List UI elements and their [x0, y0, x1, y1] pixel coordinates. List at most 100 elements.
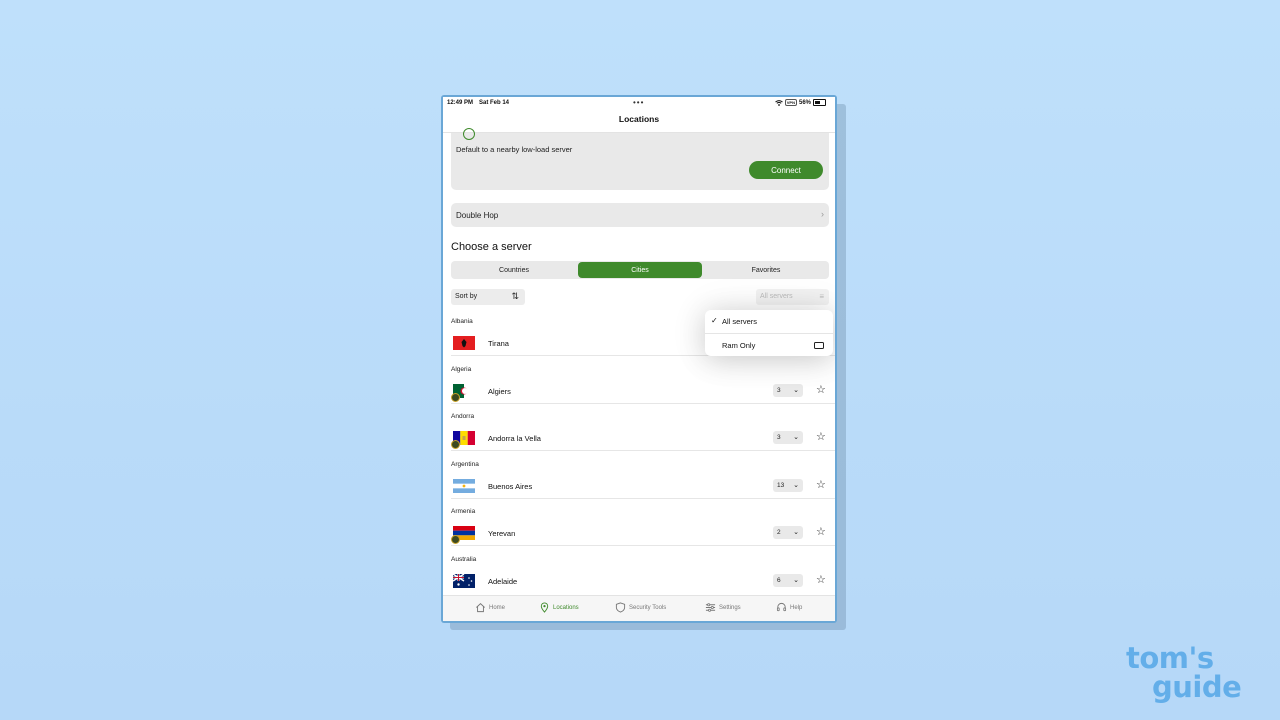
city-label: Yerevan [488, 529, 516, 538]
logo-line-guide: guide [1152, 670, 1242, 704]
quick-connect-card: Default to a nearby low-load server Conn… [451, 128, 829, 190]
favorite-star-icon[interactable]: ☆ [816, 430, 826, 443]
server-count: 13 [777, 481, 785, 489]
city-label: Algiers [488, 386, 511, 396]
country-group: Andorra Andorra la Vella 3 ⌄ ☆ [443, 404, 835, 452]
country-group: Australia Adelaide 6 ⌄ ☆ [443, 547, 835, 595]
server-filter-label: All servers [760, 293, 793, 300]
tablet-frame: 12:49 PM Sat Feb 14 ••• VPN 56% Location… [441, 95, 837, 623]
city-label: Adelaide [488, 576, 518, 586]
menu-option-label: Ram Only [722, 341, 756, 350]
tab-label: Locations [553, 604, 579, 611]
country-label: Argentina [451, 460, 479, 468]
server-count-dropdown[interactable]: 3 ⌄ [773, 431, 803, 444]
country-label: Algeria [451, 365, 472, 373]
sort-by-label: Sort by [455, 293, 478, 300]
country-label: Armenia [451, 508, 476, 515]
flag-australia-icon [453, 573, 475, 588]
server-count: 3 [777, 386, 781, 394]
server-filter-menu: ✓ All servers Ram Only [705, 310, 833, 356]
battery-icon [813, 99, 826, 106]
status-time: 12:49 PM [447, 100, 474, 106]
tab-countries[interactable]: Countries [452, 262, 576, 278]
chevron-down-icon: ⌄ [793, 434, 799, 441]
location-row[interactable]: Yerevan 2 ⌄ ☆ [443, 521, 835, 545]
tab-label: Security Tools [629, 604, 667, 611]
tab-locations[interactable]: Locations [539, 602, 579, 613]
status-indicators: VPN 56% [774, 99, 826, 106]
favorite-star-icon[interactable]: ☆ [816, 478, 826, 491]
status-date: Sat Feb 14 [479, 100, 510, 106]
app-screen: 12:49 PM Sat Feb 14 ••• VPN 56% Location… [443, 97, 835, 621]
country-group: Algeria Algiers 3 ⌄ ☆ [443, 357, 835, 405]
city-label: Andorra la Vella [488, 434, 541, 443]
page-title: Locations [618, 114, 660, 124]
country-label: Albania [451, 318, 473, 325]
multitask-dots-icon[interactable]: ••• [633, 98, 644, 107]
server-count-dropdown[interactable]: 3 ⌄ [773, 383, 803, 397]
country-label: Andorra [451, 413, 475, 420]
favorite-star-icon[interactable]: ☆ [816, 525, 826, 538]
virtual-location-badge-icon [451, 392, 460, 402]
status-bar: 12:49 PM Sat Feb 14 ••• VPN 56% [443, 97, 835, 111]
menu-option-ram-only[interactable]: Ram Only [705, 334, 833, 356]
server-filter-button[interactable]: All servers ≡ [756, 289, 829, 305]
server-count: 3 [777, 434, 781, 441]
menu-option-all-servers[interactable]: ✓ All servers [705, 310, 833, 332]
chevron-down-icon: ⌄ [793, 481, 799, 489]
flag-albania-icon [453, 336, 475, 350]
virtual-location-badge-icon [451, 440, 460, 449]
tab-label: Help [790, 604, 803, 611]
favorite-star-icon[interactable]: ☆ [816, 573, 826, 586]
tab-favorites[interactable]: Favorites [704, 262, 828, 278]
toms-guide-logo: tom's guide [1126, 644, 1266, 710]
location-type-tabs: Countries Cities Favorites [451, 261, 829, 279]
bottom-tab-bar: Home Locations Security Tools Settings H… [443, 595, 835, 621]
country-group: Armenia Yerevan 2 ⌄ ☆ [443, 499, 835, 547]
country-label: Australia [451, 555, 477, 563]
tab-cities[interactable]: Cities [578, 262, 702, 278]
logo-line-toms: tom's [1126, 641, 1214, 675]
ram-chip-icon [814, 342, 824, 349]
flag-argentina-icon [453, 478, 475, 493]
server-count-dropdown[interactable]: 2 ⌄ [773, 526, 803, 539]
tab-security-tools[interactable]: Security Tools [615, 602, 666, 613]
chevron-right-icon: › [821, 209, 824, 219]
location-row[interactable]: Algiers 3 ⌄ ☆ [443, 379, 835, 403]
sort-arrows-icon: ⇅ [511, 291, 519, 301]
tab-label: Settings [719, 604, 741, 611]
quick-connect-description: Default to a nearby low-load server [456, 145, 573, 154]
home-icon [476, 603, 485, 613]
section-title: Choose a server [451, 241, 532, 253]
chevron-down-icon: ⌄ [793, 386, 799, 394]
server-count-dropdown[interactable]: 6 ⌄ [773, 573, 803, 587]
tab-label: Home [489, 604, 506, 611]
wifi-icon [774, 99, 783, 106]
country-group: Argentina Buenos Aires 13 ⌄ ☆ [443, 452, 835, 500]
chevron-down-icon: ⌄ [793, 529, 799, 536]
server-count: 6 [777, 576, 781, 584]
headset-icon [776, 602, 787, 612]
battery-percent: 56% [798, 99, 811, 106]
location-pin-icon [540, 602, 549, 613]
server-count-dropdown[interactable]: 13 ⌄ [773, 478, 803, 492]
connect-button[interactable]: Connect [749, 161, 823, 179]
tab-home[interactable]: Home [475, 602, 505, 613]
favorite-star-icon[interactable]: ☆ [816, 383, 826, 396]
tab-help[interactable]: Help [776, 602, 802, 613]
location-row[interactable]: Andorra la Vella 3 ⌄ ☆ [443, 426, 835, 450]
location-row[interactable]: Buenos Aires 13 ⌄ ☆ [443, 474, 835, 498]
double-hop-row[interactable]: Double Hop › [451, 203, 829, 227]
tab-settings[interactable]: Settings [705, 602, 741, 613]
server-count: 2 [777, 529, 781, 536]
quick-connect-status-icon [463, 128, 475, 140]
double-hop-label: Double Hop [456, 211, 499, 220]
menu-option-label: All servers [722, 317, 758, 326]
city-label: Buenos Aires [488, 481, 533, 491]
location-row[interactable]: Adelaide 6 ⌄ ☆ [443, 569, 835, 593]
sort-by-button[interactable]: Sort by ⇅ [451, 289, 525, 305]
virtual-location-badge-icon [451, 535, 460, 544]
filter-icon: ≡ [819, 292, 824, 301]
shield-icon [615, 602, 626, 613]
city-label: Tirana [488, 339, 509, 348]
